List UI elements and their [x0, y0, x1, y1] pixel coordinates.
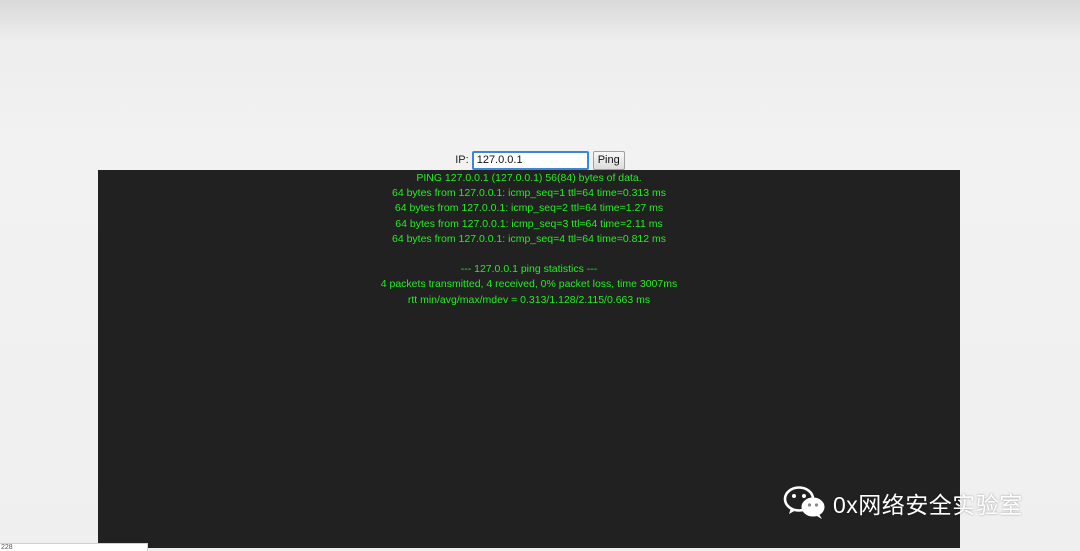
watermark-text: 0x网络安全实验室	[833, 492, 1023, 518]
ping-form: IP: Ping	[0, 150, 1080, 170]
output-line-blank	[98, 247, 960, 262]
output-line: PING 127.0.0.1 (127.0.0.1) 56(84) bytes …	[416, 172, 642, 184]
wechat-icon	[783, 486, 825, 519]
ip-input[interactable]	[471, 150, 589, 170]
status-text: 228	[1, 544, 13, 551]
ip-label: IP:	[455, 154, 469, 166]
output-line: 64 bytes from 127.0.0.1: icmp_seq=4 ttl=…	[391, 232, 667, 245]
output-line: --- 127.0.0.1 ping statistics ---	[460, 263, 598, 276]
output-line: 64 bytes from 127.0.0.1: icmp_seq=2 ttl=…	[394, 202, 664, 215]
output-line: 64 bytes from 127.0.0.1: icmp_seq=3 ttl=…	[395, 217, 663, 230]
ping-button[interactable]: Ping	[592, 150, 625, 170]
status-bar: 228	[0, 543, 148, 551]
watermark: 0x网络安全实验室	[783, 484, 1023, 522]
output-line: 64 bytes from 127.0.0.1: icmp_seq=1 ttl=…	[391, 187, 667, 200]
output-line: rtt min/avg/max/mdev = 0.313/1.128/2.115…	[407, 293, 651, 306]
output-line: 4 packets transmitted, 4 received, 0% pa…	[380, 278, 678, 291]
